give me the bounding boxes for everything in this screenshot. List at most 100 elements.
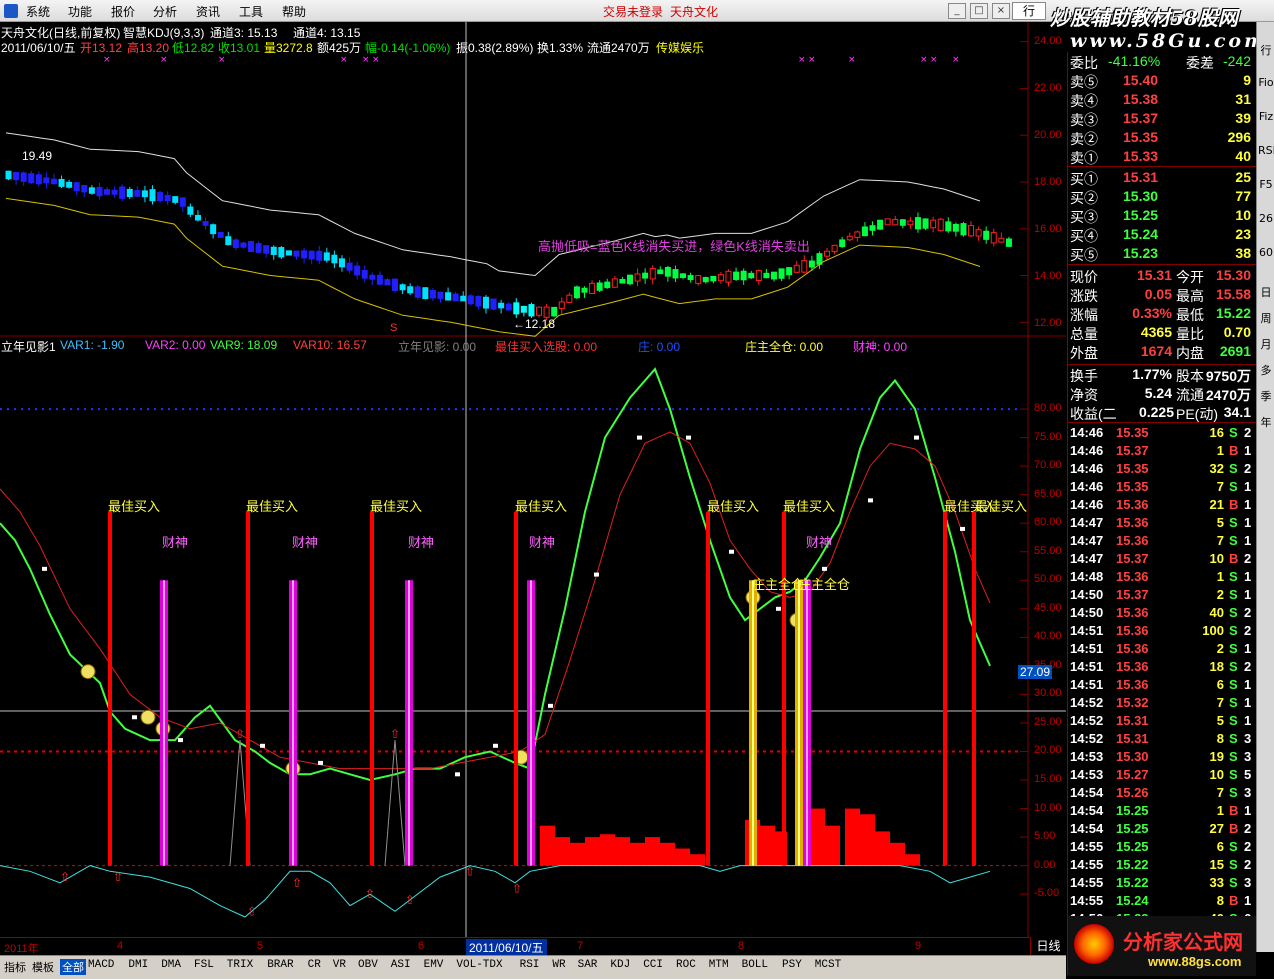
tick-side: S: [1229, 515, 1238, 530]
tab-rsi[interactable]: RSI: [520, 959, 540, 971]
candle-body: [35, 174, 42, 185]
tab-asi[interactable]: ASI: [391, 959, 411, 971]
best-buy-label: 最佳买入: [108, 498, 161, 514]
sidebar-tool[interactable]: 年: [1258, 414, 1274, 430]
tab-全部[interactable]: 全部: [60, 959, 86, 975]
candle-body: [301, 250, 308, 259]
candle-body: [437, 291, 444, 299]
menu-tools[interactable]: 工具: [239, 3, 263, 20]
tab-psy[interactable]: PSY: [782, 959, 802, 971]
tab-boll[interactable]: BOLL: [742, 959, 768, 971]
menu-news[interactable]: 资讯: [196, 3, 220, 20]
sidebar-tool[interactable]: 26: [1258, 212, 1274, 225]
menu-analysis[interactable]: 分析: [153, 3, 177, 20]
candle-body: [407, 286, 414, 294]
candle-body: [990, 232, 997, 244]
tab-dmi[interactable]: DMI: [128, 959, 148, 971]
sidebar-tool[interactable]: 日: [1258, 284, 1274, 300]
restore-icon[interactable]: □: [970, 3, 988, 19]
bid-row: 买① 15.31 25: [1068, 168, 1257, 187]
sidebar-tool[interactable]: 月: [1258, 336, 1274, 352]
tab-指标[interactable]: 指标: [4, 959, 26, 975]
quote-label: 收益(二: [1070, 406, 1117, 422]
candle-body: [414, 286, 421, 298]
sidebar-tool[interactable]: 行: [1258, 42, 1274, 58]
sidebar-tool[interactable]: 多: [1258, 362, 1274, 378]
sidebar-tool[interactable]: F5: [1258, 178, 1274, 191]
tick-time: 14:46: [1070, 461, 1104, 476]
bid-row: 买③ 15.25 10: [1068, 206, 1257, 225]
candle-body: [157, 192, 164, 202]
quote-button[interactable]: 行: [1012, 2, 1046, 20]
menu-system[interactable]: 系统: [26, 3, 50, 20]
orderbook-divider: [1068, 166, 1257, 167]
date-axis: 2011年 4 5 6 2011/06/10/五 7 8 9: [0, 937, 1030, 956]
tab-kdj[interactable]: KDJ: [610, 959, 630, 971]
tick-count: 1: [1244, 641, 1252, 656]
tab-fsl[interactable]: FSL: [194, 959, 214, 971]
tick-volume: 5: [1216, 515, 1224, 530]
tab-wr[interactable]: WR: [552, 959, 565, 971]
sidebar-tool[interactable]: Fiz: [1258, 110, 1274, 123]
tab-emv[interactable]: EMV: [424, 959, 444, 971]
chart-area[interactable]: × × × × × × × × × × × × ⇧ ⇧⇧ ⇧⇧⇧⇧ ⇧⇧⇧: [0, 22, 1066, 937]
indicator-tick: 45.00: [1034, 601, 1062, 614]
indicator-panel-name[interactable]: 立年见影1: [1, 338, 56, 355]
tab-模板[interactable]: 模板: [32, 959, 54, 975]
tab-roc[interactable]: ROC: [676, 959, 696, 971]
sidebar-tool[interactable]: RSI: [1258, 144, 1274, 157]
close-icon[interactable]: ×: [992, 3, 1010, 19]
indicator-tick: 40.00: [1034, 630, 1062, 643]
tick-count: 3: [1244, 749, 1252, 764]
best-buy-bar: [943, 511, 947, 866]
tab-brar[interactable]: BRAR: [267, 959, 293, 971]
candle-body: [854, 231, 861, 238]
tab-sar[interactable]: SAR: [578, 959, 598, 971]
sidebar-tool[interactable]: 60: [1258, 246, 1274, 259]
quote-label: PE(动): [1176, 406, 1218, 422]
tick-price: 15.30: [1116, 749, 1149, 764]
tick-side: S: [1229, 875, 1238, 890]
candle-body: [141, 190, 148, 198]
menu-quote[interactable]: 报价: [111, 3, 135, 20]
tick-row: 14:54 15.25 27 B 2: [1068, 820, 1257, 838]
marker: [493, 743, 498, 748]
sidebar-tool[interactable]: 周: [1258, 310, 1274, 326]
ob-volume: 9: [1243, 72, 1251, 88]
tab-mcst[interactable]: MCST: [815, 959, 841, 971]
tab-cr[interactable]: CR: [308, 959, 321, 971]
candle-body: [111, 189, 118, 195]
tab-mtm[interactable]: MTM: [709, 959, 729, 971]
period-button[interactable]: 日线: [1030, 937, 1066, 955]
menu-function[interactable]: 功能: [68, 3, 92, 20]
minimize-icon[interactable]: _: [948, 3, 966, 19]
sidebar-tool[interactable]: Fio: [1258, 76, 1274, 89]
sidebar-tool[interactable]: 季: [1258, 388, 1274, 404]
tab-dma[interactable]: DMA: [161, 959, 181, 971]
kline-chart[interactable]: × × × × × × × × × × × ×: [5, 55, 1012, 337]
best-buy-bar: [514, 511, 518, 866]
tab-macd[interactable]: MACD: [88, 959, 114, 971]
bar-sector[interactable]: 传媒娱乐: [656, 39, 704, 56]
tick-volume: 100: [1202, 623, 1224, 638]
candle-body: [172, 196, 179, 203]
quote-label: 涨幅: [1070, 307, 1098, 323]
indicator-chart[interactable]: ⇧ ⇧ ⇧ ⇧ ⇧ ⇧ ⇧ ⇧ ⇧ ⇧: [0, 367, 991, 918]
indicator-tick: -5.00: [1034, 887, 1060, 900]
quote-label: 量比: [1176, 326, 1204, 342]
tab-obv[interactable]: OBV: [358, 959, 378, 971]
tab-cci[interactable]: CCI: [643, 959, 663, 971]
candle-body: [581, 287, 588, 293]
tab-vr[interactable]: VR: [333, 959, 346, 971]
login-status[interactable]: 交易未登录: [603, 3, 663, 20]
tick-side: S: [1229, 731, 1238, 746]
full-position-bar-highlight: [752, 580, 754, 866]
tab-trix[interactable]: TRIX: [227, 959, 253, 971]
tick-count: 1: [1244, 479, 1252, 494]
candle-body: [733, 271, 740, 280]
tick-price: 15.31: [1116, 713, 1149, 728]
menu-help[interactable]: 帮助: [282, 3, 306, 20]
tab-vol-tdx[interactable]: VOL-TDX: [456, 959, 502, 971]
candle-body: [740, 270, 747, 281]
indicator-tick: 30.00: [1034, 687, 1062, 700]
